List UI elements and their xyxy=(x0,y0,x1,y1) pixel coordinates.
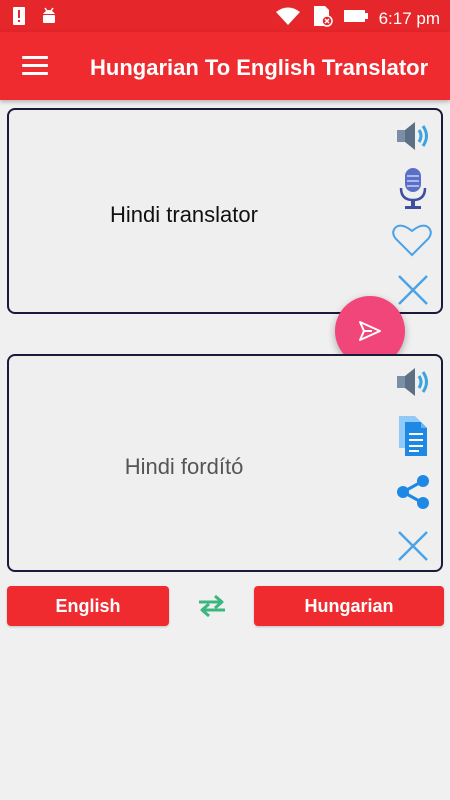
clear-input-icon[interactable] xyxy=(393,270,433,310)
speaker-icon[interactable] xyxy=(393,362,433,402)
copy-document-icon[interactable] xyxy=(393,414,433,456)
status-bar: 6:17 pm xyxy=(0,0,450,32)
share-icon[interactable] xyxy=(393,472,433,512)
hamburger-menu-icon[interactable] xyxy=(22,56,48,76)
target-language-button[interactable]: Hungarian xyxy=(254,586,444,626)
speaker-icon[interactable] xyxy=(393,116,433,156)
sd-card-icon xyxy=(311,5,333,32)
wifi-icon xyxy=(275,6,301,31)
clock-time: 6:17 pm xyxy=(378,8,440,28)
microphone-icon[interactable] xyxy=(393,166,433,209)
source-language-button[interactable]: English xyxy=(7,586,169,626)
input-text[interactable]: Hindi translator xyxy=(9,202,359,228)
heart-icon[interactable] xyxy=(391,222,432,262)
clear-output-icon[interactable] xyxy=(393,526,433,566)
send-icon xyxy=(359,321,381,341)
app-title: Hungarian To English Translator xyxy=(90,55,429,80)
input-panel: Hindi translator xyxy=(7,108,443,314)
app-bar: Hungarian To English Translator xyxy=(0,32,450,100)
battery-icon xyxy=(343,8,369,29)
alert-icon xyxy=(12,6,26,31)
android-icon xyxy=(40,6,58,31)
output-text: Hindi fordító xyxy=(124,454,244,479)
swap-arrows-icon[interactable] xyxy=(195,592,229,620)
output-panel: Hindi fordító xyxy=(7,354,443,572)
